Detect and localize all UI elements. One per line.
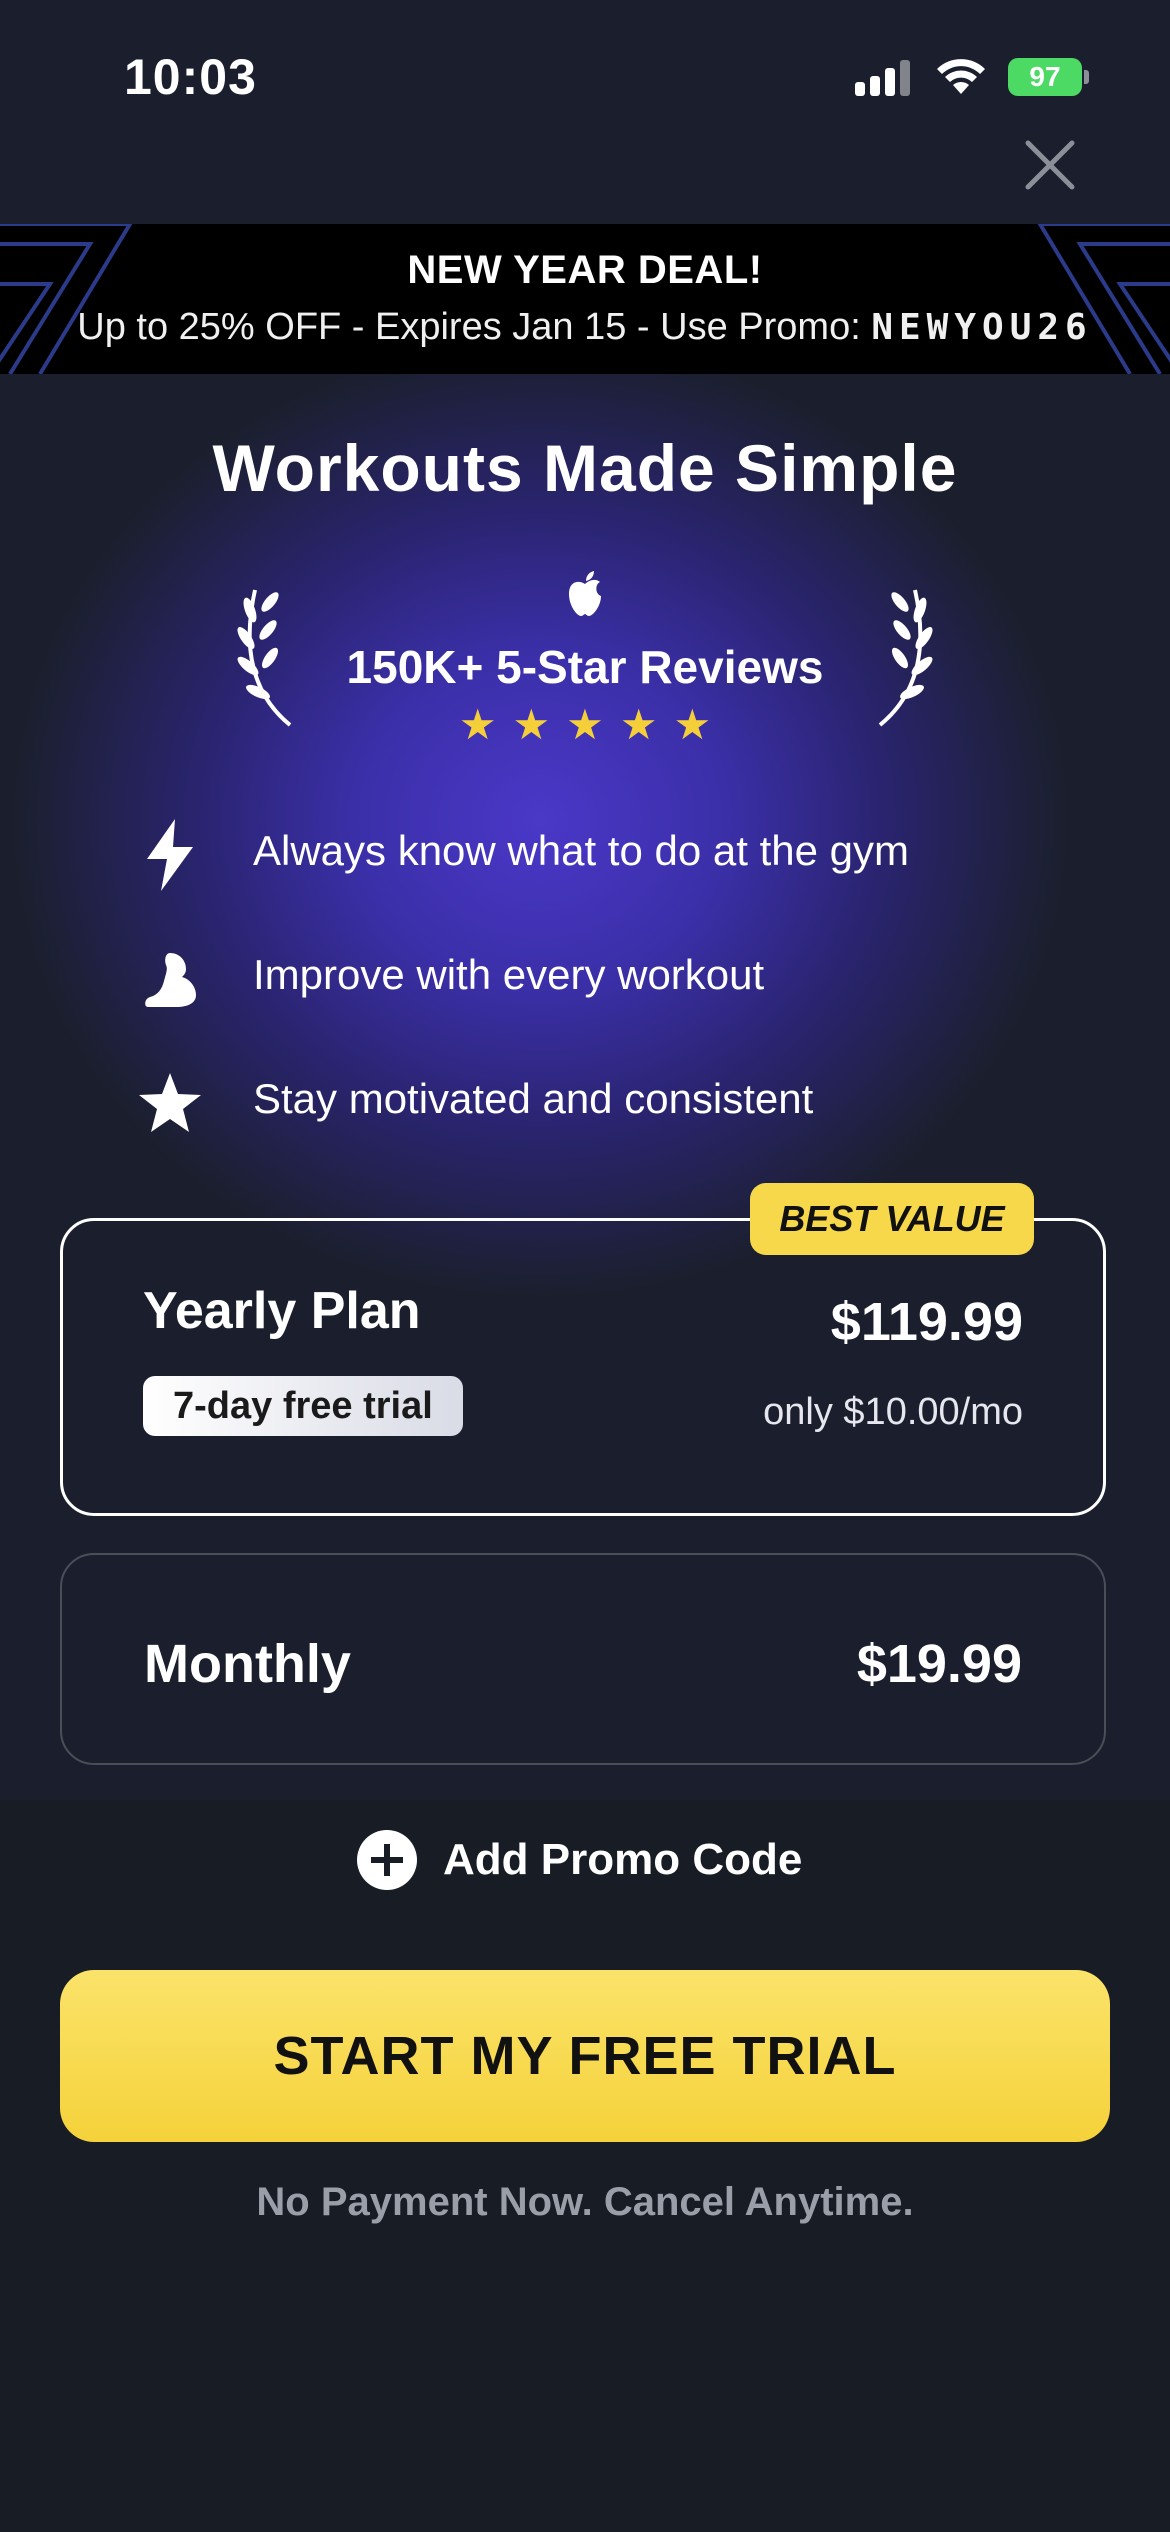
- cellular-signal-icon: [855, 60, 915, 96]
- promo-code: NEWYOU26: [871, 307, 1093, 348]
- monthly-plan-price: $19.99: [856, 1634, 1022, 1694]
- apple-logo-icon: [569, 571, 601, 616]
- reviews-badge: 150K+ 5-Star Reviews ★ ★ ★ ★ ★: [230, 560, 940, 750]
- star-icon: ★: [458, 701, 497, 748]
- yearly-per-month: only $10.00/mo: [763, 1391, 1023, 1433]
- close-icon: [1025, 140, 1075, 190]
- lightning-icon: [130, 815, 210, 895]
- cta-note: No Payment Now. Cancel Anytime.: [256, 2180, 914, 2224]
- wifi-icon: [935, 56, 987, 101]
- plus-circle-icon: [357, 1830, 417, 1890]
- star-icon: ★: [619, 701, 658, 748]
- flexed-bicep-icon: [130, 939, 210, 1019]
- battery-icon: 97: [1008, 58, 1082, 96]
- page-title: Workouts Made Simple: [212, 431, 958, 505]
- star-icon: ★: [673, 701, 712, 748]
- promo-text: Up to 25% OFF - Expires Jan 15 - Use Pro…: [77, 306, 861, 348]
- feature-text: Improve with every workout: [253, 951, 765, 998]
- trial-badge: 7-day free trial: [143, 1376, 463, 1436]
- star-icon: ★: [566, 701, 604, 748]
- status-time: 10:03: [124, 49, 257, 105]
- monthly-plan-option[interactable]: Monthly $19.99: [60, 1553, 1106, 1765]
- feature-text: Stay motivated and consistent: [253, 1075, 814, 1122]
- add-promo-code-button[interactable]: Add Promo Code: [357, 1830, 802, 1890]
- monthly-plan-name: Monthly: [144, 1634, 351, 1694]
- yearly-plan-name: Yearly Plan: [143, 1282, 421, 1340]
- banner-decoration-left: [0, 224, 133, 374]
- yearly-plan-price: $119.99: [830, 1292, 1023, 1352]
- yearly-plan-option[interactable]: Yearly Plan 7-day free trial $119.99 onl…: [60, 1218, 1106, 1516]
- feature-text: Always know what to do at the gym: [253, 827, 909, 874]
- close-button[interactable]: [1020, 135, 1080, 195]
- promo-title: NEW YEAR DEAL!: [407, 248, 763, 292]
- add-promo-code-label: Add Promo Code: [443, 1835, 803, 1884]
- banner-decoration-right: [1037, 224, 1170, 374]
- rating-stars: ★ ★ ★ ★ ★: [230, 700, 940, 749]
- star-icon: [130, 1063, 210, 1143]
- start-free-trial-button[interactable]: START MY FREE TRIAL: [60, 1970, 1110, 2142]
- star-icon: ★: [512, 701, 551, 748]
- reviews-text: 150K+ 5-Star Reviews: [346, 641, 824, 693]
- battery-level: 97: [1029, 61, 1061, 92]
- promo-banner: NEW YEAR DEAL! Up to 25% OFF - Expires J…: [0, 224, 1170, 374]
- battery-nub: [1084, 70, 1089, 84]
- status-bar: 10:03 97: [0, 0, 1170, 150]
- promo-details: Up to 25% OFF - Expires Jan 15 - Use Pro…: [0, 306, 1170, 349]
- best-value-badge: BEST VALUE: [750, 1183, 1034, 1255]
